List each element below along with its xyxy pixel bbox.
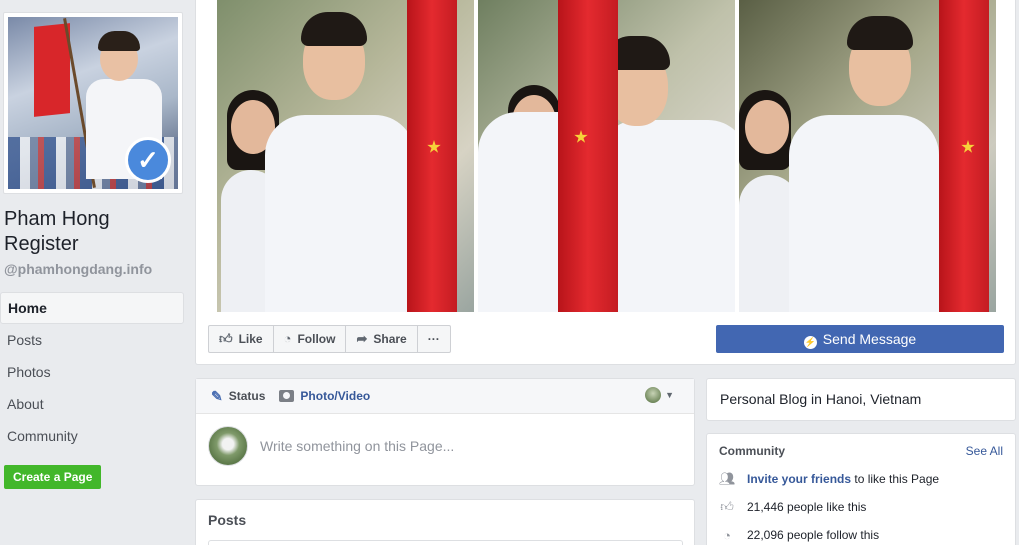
follows-count: 22,096 people follow this — [747, 528, 880, 542]
verified-badge-icon: ✓ — [125, 137, 171, 183]
page-handle[interactable]: @phamhongdang.info — [4, 261, 152, 277]
nav-item-home[interactable]: Home — [0, 292, 184, 324]
invite-row: 👥︎ Invite your friends to like this Page — [719, 470, 939, 488]
invite-rest: to like this Page — [851, 472, 940, 486]
composer-input[interactable] — [260, 438, 660, 454]
more-label: ··· — [427, 332, 440, 346]
cover-photo[interactable] — [217, 0, 996, 312]
share-label: Share — [373, 332, 407, 346]
profile-photo-image: ✓ — [8, 17, 178, 189]
post-composer: ✎ Status Photo/Video ▼ — [195, 378, 695, 486]
page-action-bar: 👍︎ Like ◔ Follow ➦ Share ··· — [208, 325, 451, 353]
cover-panel-2 — [478, 0, 735, 312]
boy-hair — [301, 12, 367, 46]
rss-icon: ◔ — [723, 527, 731, 543]
flag — [558, 0, 618, 312]
nav-item-posts[interactable]: Posts — [0, 324, 184, 356]
audience-selector[interactable]: ▼ — [645, 387, 674, 403]
like-button[interactable]: 👍︎ Like — [209, 326, 274, 352]
boy-hair — [847, 16, 913, 50]
left-column: ✓ Pham Hong Register @phamhongdang.info … — [0, 0, 190, 545]
tab-photo-video[interactable]: Photo/Video — [279, 389, 370, 403]
girl-face — [745, 100, 789, 154]
follow-icon: ◔ — [283, 331, 292, 346]
camera-icon — [279, 390, 295, 402]
photo-flag — [34, 23, 70, 117]
more-options-button[interactable]: ··· — [418, 326, 450, 352]
like-label: Like — [238, 332, 263, 346]
posts-heading: Posts — [208, 512, 247, 528]
likes-count: 21,446 people like this — [747, 500, 867, 514]
nav-item-about[interactable]: About — [0, 388, 184, 420]
composer-body — [196, 414, 694, 478]
post-item — [208, 540, 683, 545]
people-icon: 👥︎ — [719, 471, 736, 486]
boy-body — [789, 115, 939, 312]
nav-item-photos[interactable]: Photos — [0, 356, 184, 388]
page-nav: Home Posts Photos About Community — [0, 292, 184, 452]
messenger-icon: ⚡ — [803, 336, 817, 349]
follows-row: ◔ 22,096 people follow this — [719, 526, 879, 544]
likes-row: 👍︎ 21,446 people like this — [719, 498, 866, 516]
share-icon: ➦ — [356, 331, 368, 346]
invite-text: Invite your friends to like this Page — [747, 472, 939, 486]
like-icon: 👍︎ — [219, 331, 233, 346]
see-all-link[interactable]: See All — [966, 444, 1003, 458]
community-heading: Community — [719, 444, 785, 458]
profile-picture[interactable]: ✓ — [3, 12, 183, 194]
boy-body — [598, 120, 735, 312]
pencil-icon: ✎ — [211, 387, 223, 404]
share-button[interactable]: ➦ Share — [346, 326, 418, 352]
tab-status[interactable]: ✎ Status — [211, 388, 265, 405]
follow-button[interactable]: ◔ Follow — [274, 326, 347, 352]
about-card: Personal Blog in Hanoi, Vietnam — [706, 378, 1016, 421]
follow-label: Follow — [297, 332, 336, 346]
photo-hair — [98, 31, 140, 51]
thumbs-up-icon: 👍︎ — [720, 499, 734, 514]
page-description: Personal Blog in Hanoi, Vietnam — [720, 391, 922, 407]
create-page-button[interactable]: Create a Page — [4, 465, 102, 489]
boy-body — [265, 115, 415, 312]
flag — [939, 0, 989, 312]
tab-photo-video-label: Photo/Video — [300, 389, 371, 403]
posts-section: Posts — [195, 499, 695, 545]
tab-status-label: Status — [228, 389, 266, 403]
page-title[interactable]: Pham Hong Register — [4, 207, 184, 257]
community-card: Community See All 👥︎ Invite your friends… — [706, 433, 1016, 545]
cover-panel-3 — [739, 0, 996, 312]
send-message-button[interactable]: ⚡ Send Message — [716, 325, 1004, 353]
nav-item-community[interactable]: Community — [0, 420, 184, 452]
flag — [407, 0, 457, 312]
caret-down-icon: ▼ — [665, 390, 674, 400]
avatar — [208, 426, 248, 466]
cover-panel-1 — [217, 0, 474, 312]
invite-friends-link[interactable]: Invite your friends — [747, 472, 851, 486]
cover-card: 👍︎ Like ◔ Follow ➦ Share ··· ⚡ Send Messa… — [195, 0, 1016, 365]
composer-tabs: ✎ Status Photo/Video ▼ — [196, 379, 694, 414]
send-message-label: Send Message — [822, 331, 917, 347]
avatar — [645, 387, 662, 403]
